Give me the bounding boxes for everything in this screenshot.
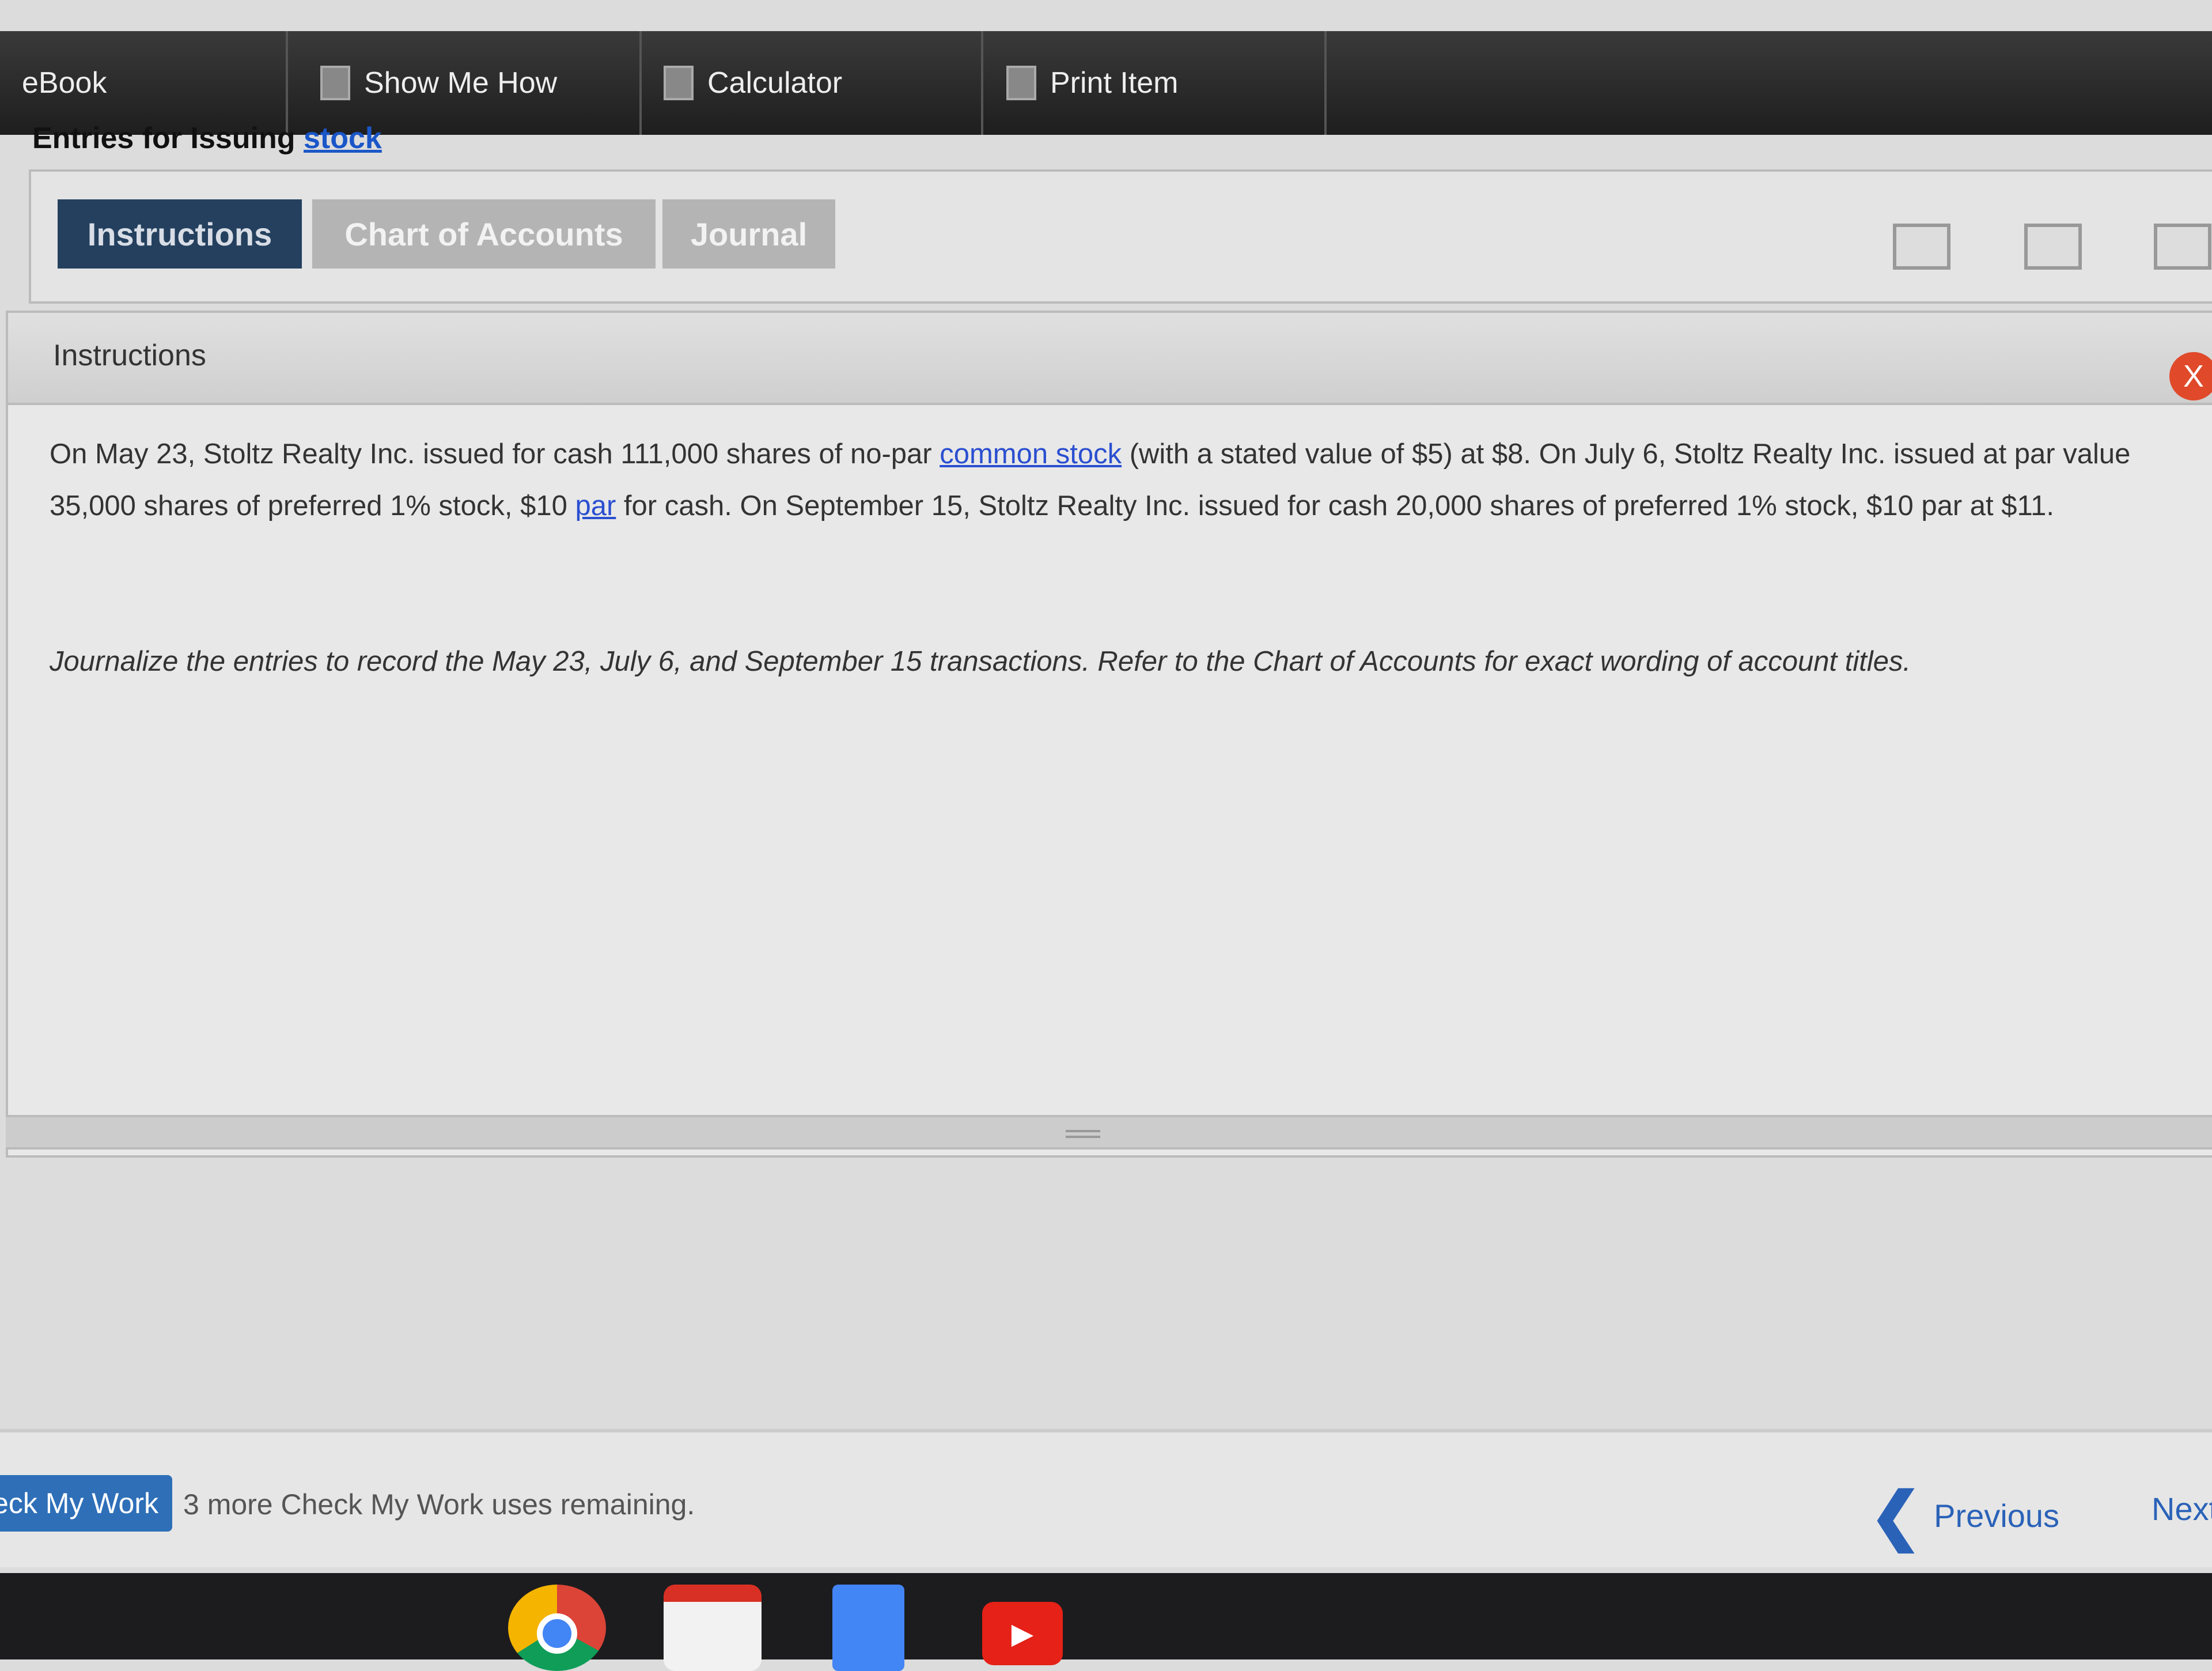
- list-panel-icon[interactable]: [2154, 224, 2211, 270]
- par-link[interactable]: par: [575, 490, 616, 521]
- stock-link[interactable]: stock: [304, 122, 382, 155]
- previous-button[interactable]: ❮ Previous: [1869, 1479, 2059, 1552]
- print-item-button[interactable]: Print Item: [983, 31, 1327, 135]
- page-title: Entries for Issuing stock: [32, 122, 382, 155]
- panel-resize-handle[interactable]: [6, 1115, 2212, 1150]
- journalize-instruction: Journalize the entries to record the May…: [50, 646, 1911, 677]
- show-me-how-button[interactable]: Show Me How: [288, 31, 642, 135]
- chrome-icon[interactable]: [508, 1585, 606, 1671]
- split-panel-icon[interactable]: [2024, 224, 2082, 270]
- os-taskbar: ▶: [0, 1573, 2212, 1671]
- calculator-icon: [664, 66, 694, 100]
- print-icon: [1006, 66, 1036, 100]
- check-my-work-button[interactable]: Check My Work: [0, 1475, 172, 1532]
- tab-panel: Instructions Chart of Accounts Journal: [29, 169, 2212, 304]
- tab-chart-of-accounts[interactable]: Chart of Accounts: [312, 199, 656, 269]
- next-button[interactable]: Next: [2152, 1490, 2212, 1528]
- grip-icon: [1066, 1130, 1100, 1138]
- gmail-icon[interactable]: [664, 1585, 762, 1671]
- footer-bar: Check My Work 3 more Check My Work uses …: [0, 1429, 2212, 1567]
- instructions-panel: Instructions X On May 23, Stoltz Realty …: [6, 311, 2212, 1158]
- close-icon[interactable]: X: [2169, 352, 2212, 400]
- chevron-left-icon: ❮: [1869, 1480, 1923, 1551]
- tab-instructions[interactable]: Instructions: [58, 199, 302, 269]
- instructions-text: On May 23, Stoltz Realty Inc. issued for…: [50, 438, 2131, 521]
- tab-journal[interactable]: Journal: [662, 199, 835, 269]
- youtube-icon[interactable]: ▶: [982, 1602, 1063, 1665]
- calculator-button[interactable]: Calculator: [642, 31, 983, 135]
- remaining-uses-text: 3 more Check My Work uses remaining.: [183, 1488, 695, 1521]
- docs-icon[interactable]: [832, 1585, 904, 1671]
- common-stock-link[interactable]: common stock: [940, 438, 1122, 470]
- instructions-header: Instructions X: [8, 313, 2212, 405]
- ebook-button[interactable]: eBook: [0, 31, 288, 135]
- single-panel-icon[interactable]: [1893, 224, 1950, 270]
- top-toolbar: eBook Show Me How Calculator Print Item: [0, 31, 2212, 135]
- video-icon: [320, 66, 350, 100]
